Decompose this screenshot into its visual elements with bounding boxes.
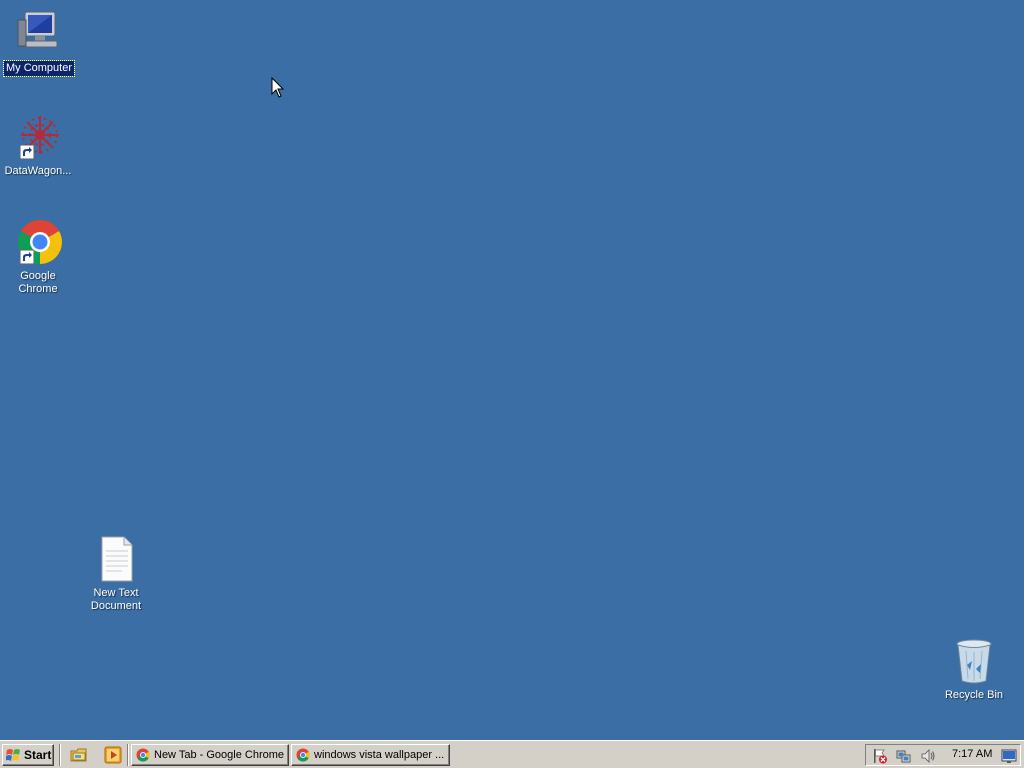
task-button-windows-vista-wallpaper[interactable]: windows vista wallpaper ... — [291, 744, 450, 766]
desktop-icon-my-computer[interactable]: My Computer — [0, 10, 79, 77]
datawagon-icon — [14, 113, 62, 161]
desktop-icon-new-text-document[interactable]: New Text Document — [76, 535, 156, 614]
chrome-icon — [296, 748, 310, 762]
task-button-label: New Tab - Google Chrome — [154, 749, 285, 761]
desktop[interactable]: My Computer DataWagon... Google Chrome N… — [0, 0, 1024, 740]
desktop-icon-label: My Computer — [2, 60, 76, 77]
my-computer-icon — [15, 10, 63, 58]
desktop-icon-label: Recycle Bin — [944, 689, 1004, 701]
clock[interactable]: 7:17 AM — [952, 748, 992, 760]
desktop-icon-recycle-bin[interactable]: Recycle Bin — [934, 637, 1014, 703]
text-document-icon — [92, 535, 140, 583]
label-line-1: New Text — [93, 587, 139, 599]
task-button-new-tab[interactable]: New Tab - Google Chrome — [131, 744, 289, 766]
desktop-icon-label: DataWagon... — [4, 165, 72, 177]
taskbar-separator — [59, 744, 61, 766]
media-player-icon[interactable] — [104, 746, 122, 764]
taskbar: Start New Tab - Google Chrome windows vi… — [0, 740, 1024, 768]
shortcut-arrow-icon — [20, 145, 34, 159]
network-icon[interactable] — [896, 748, 912, 764]
security-alert-icon[interactable] — [872, 748, 888, 764]
start-button[interactable]: Start — [2, 744, 54, 766]
taskbar-separator — [127, 744, 129, 766]
start-label: Start — [24, 748, 52, 762]
mouse-cursor-icon — [271, 77, 285, 98]
desktop-icon-label: Google Chrome — [18, 270, 58, 295]
chrome-icon — [136, 748, 150, 762]
chrome-icon — [14, 218, 62, 266]
explorer-icon[interactable] — [70, 746, 88, 764]
label-line-2: Document — [90, 600, 142, 612]
desktop-icon-datawagon[interactable]: DataWagon... — [0, 113, 78, 179]
show-desktop-icon[interactable] — [1001, 748, 1017, 764]
desktop-icon-google-chrome[interactable]: Google Chrome — [0, 218, 78, 297]
windows-logo-icon — [6, 749, 20, 761]
shortcut-arrow-icon — [20, 250, 34, 264]
volume-icon[interactable] — [920, 748, 936, 764]
desktop-icon-label: New Text Document — [89, 586, 143, 614]
system-tray: 7:17 AM — [865, 744, 1021, 766]
task-button-label: windows vista wallpaper ... — [314, 749, 445, 761]
recycle-bin-icon — [950, 637, 998, 685]
